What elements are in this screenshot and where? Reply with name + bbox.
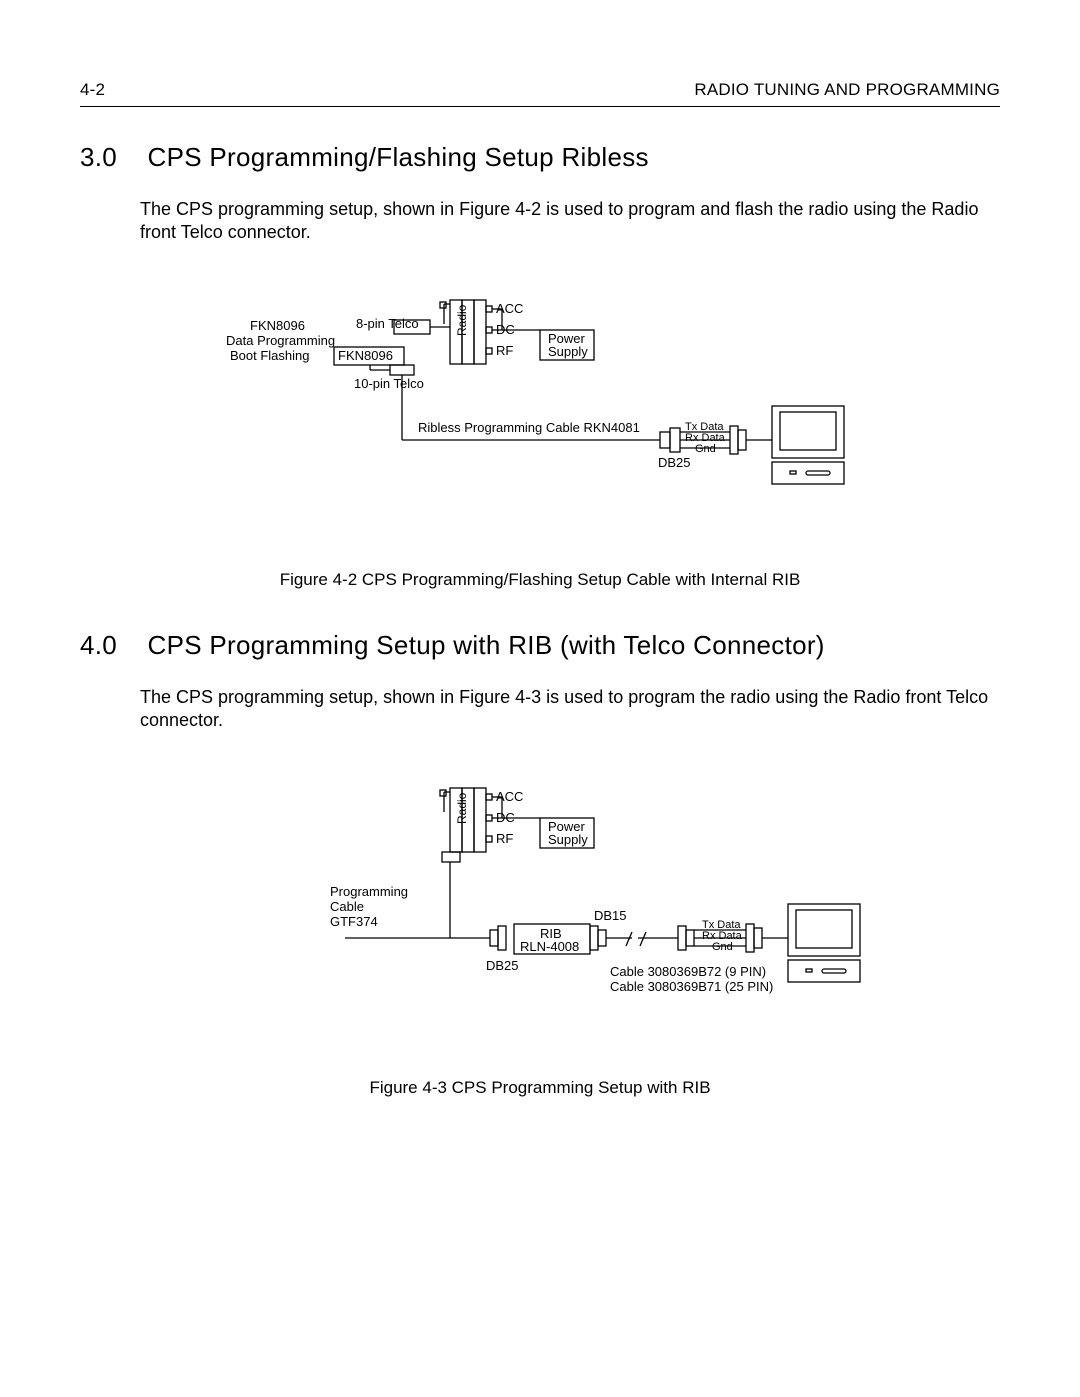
fkn-box-label: FKN8096 [338, 348, 393, 363]
rib-line2: RLN-4008 [520, 939, 579, 954]
progcable-line3: GTF374 [330, 914, 378, 929]
fkn-line1: FKN8096 [250, 318, 305, 333]
ten-pin-label: 10-pin Telco [354, 376, 424, 391]
db15-label: DB15 [594, 908, 627, 923]
figure-4-3: Radio ACC DC RF Power Supply Programming… [80, 768, 1000, 1028]
figure-4-3-caption: Figure 4-3 CPS Programming Setup with RI… [80, 1078, 1000, 1098]
figure-4-2-caption: Figure 4-2 CPS Programming/Flashing Setu… [80, 570, 1000, 590]
cable-25pin: Cable 3080369B71 (25 PIN) [610, 979, 773, 994]
page-number: 4-2 [80, 80, 105, 100]
section-3-heading: 3.0 CPS Programming/Flashing Setup Rible… [80, 142, 1000, 173]
cable-9pin: Cable 3080369B72 (9 PIN) [610, 964, 766, 979]
dc-label-2: DC [496, 810, 515, 825]
psu-1b: Supply [548, 344, 588, 359]
gnd-label-2: Gnd [712, 941, 733, 953]
diagram-4-2: FKN8096 Data Programming Boot Flashing 8… [190, 280, 890, 520]
progcable-line1: Programming [330, 884, 408, 899]
page-header: 4-2 RADIO TUNING AND PROGRAMMING [80, 80, 1000, 107]
section-4-heading: 4.0 CPS Programming Setup with RIB (with… [80, 630, 1000, 661]
section-3-title: CPS Programming/Flashing Setup Ribless [148, 142, 649, 172]
section-4-number: 4.0 [80, 630, 140, 661]
diagram-4-3: Radio ACC DC RF Power Supply Programming… [190, 768, 890, 1028]
dc-label-1: DC [496, 322, 515, 337]
section-4-body: The CPS programming setup, shown in Figu… [140, 686, 1000, 733]
rf-label-1: RF [496, 343, 513, 358]
section-4-title: CPS Programming Setup with RIB (with Tel… [148, 630, 825, 660]
section-3-number: 3.0 [80, 142, 140, 173]
acc-label-1: ACC [496, 301, 523, 316]
chapter-title: RADIO TUNING AND PROGRAMMING [694, 80, 1000, 100]
acc-label-2: ACC [496, 789, 523, 804]
radio-label-2: Radio [455, 792, 469, 824]
figure-4-2: FKN8096 Data Programming Boot Flashing 8… [80, 280, 1000, 520]
fkn-line3: Boot Flashing [230, 348, 310, 363]
db25-label-1: DB25 [658, 455, 691, 470]
rf-label-2: RF [496, 831, 513, 846]
fkn-line2: Data Programming [226, 333, 335, 348]
db25-label-2: DB25 [486, 958, 519, 973]
psu-2b: Supply [548, 832, 588, 847]
section-3-body: The CPS programming setup, shown in Figu… [140, 198, 1000, 245]
radio-label-1: Radio [455, 304, 469, 336]
eight-pin-label: 8-pin Telco [356, 316, 419, 331]
gnd-label-1: Gnd [695, 443, 716, 455]
ribless-cable-label: Ribless Programming Cable RKN4081 [418, 420, 640, 435]
document-page: 4-2 RADIO TUNING AND PROGRAMMING 3.0 CPS… [0, 0, 1080, 1397]
progcable-line2: Cable [330, 899, 364, 914]
